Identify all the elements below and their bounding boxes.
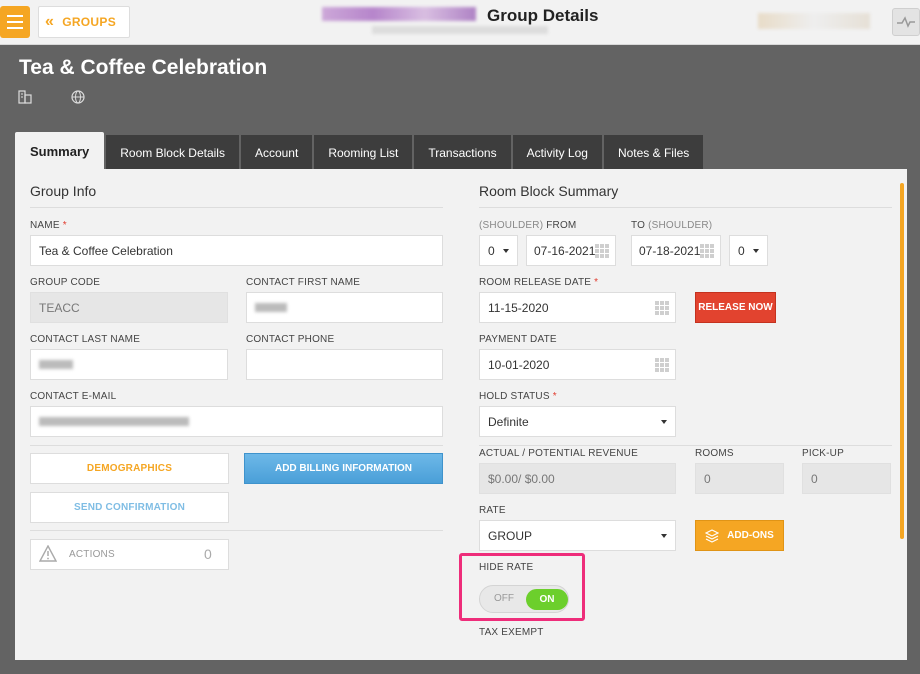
rooms-field: 0 <box>695 463 784 494</box>
name-field[interactable]: Tea & Coffee Celebration <box>30 235 443 266</box>
hide-rate-highlight-box <box>459 553 585 621</box>
rate-label: RATE <box>479 505 506 516</box>
contact-first-name-label: CONTACT FIRST NAME <box>246 277 361 288</box>
tab-bar: Summary Room Block Details Account Roomi… <box>15 131 705 170</box>
pickup-label: PICK-UP <box>802 448 844 459</box>
revenue-label: ACTUAL / POTENTIAL REVENUE <box>479 448 638 459</box>
rate-select[interactable]: GROUP <box>479 520 676 551</box>
actions-count: 0 <box>204 546 212 562</box>
divider <box>30 530 443 531</box>
payment-date-field[interactable]: 10-01-2020 <box>479 349 676 380</box>
redacted-property-name <box>322 7 476 21</box>
contact-email-label: CONTACT E-MAIL <box>30 391 117 402</box>
room-block-summary-title: Room Block Summary <box>479 183 619 199</box>
hold-status-select[interactable]: Definite <box>479 406 676 437</box>
release-now-button[interactable]: RELEASE NOW <box>695 292 776 323</box>
from-date-field[interactable]: 07-16-2021 <box>526 235 616 266</box>
to-label: TO (SHOULDER) <box>631 220 713 231</box>
groups-button-label: GROUPS <box>62 15 117 29</box>
tab-summary[interactable]: Summary <box>15 132 105 170</box>
pulse-icon <box>897 16 915 28</box>
demographics-button[interactable]: DEMOGRAPHICS <box>30 453 229 484</box>
tab-room-block-details[interactable]: Room Block Details <box>106 135 239 170</box>
room-release-date-label: ROOM RELEASE DATE * <box>479 277 599 288</box>
activity-button[interactable] <box>892 8 920 36</box>
divider <box>30 445 443 446</box>
tab-activity-log[interactable]: Activity Log <box>512 135 602 170</box>
divider <box>479 445 892 446</box>
name-label: NAME * <box>30 220 67 231</box>
contact-phone-field[interactable] <box>246 349 443 380</box>
contact-last-name-label: CONTACT LAST NAME <box>30 334 141 345</box>
hold-status-label: HOLD STATUS * <box>479 391 557 402</box>
panel-scrollbar[interactable] <box>900 183 904 539</box>
revenue-field: $0.00/ $0.00 <box>479 463 676 494</box>
send-confirmation-button[interactable]: SEND CONFIRMATION <box>30 492 229 523</box>
warning-icon <box>39 545 57 562</box>
double-chevron-left-icon: « <box>45 13 55 30</box>
actions-label: ACTIONS <box>69 549 115 560</box>
globe-icon <box>71 90 85 104</box>
contact-last-name-field[interactable] <box>30 349 228 380</box>
back-to-groups-button[interactable]: « GROUPS <box>38 6 130 38</box>
add-ons-label: ADD-ONS <box>727 530 774 541</box>
divider <box>479 207 892 208</box>
group-info-title: Group Info <box>30 183 97 199</box>
pickup-field: 0 <box>802 463 891 494</box>
top-bar: « GROUPS Group Details <box>0 0 920 45</box>
group-code-label: GROUP CODE <box>30 277 101 288</box>
shoulder-to-select[interactable]: 0 <box>729 235 768 266</box>
from-label: (SHOULDER) FROM <box>479 220 577 231</box>
layers-icon <box>705 528 720 543</box>
add-ons-button[interactable]: ADD-ONS <box>695 520 784 551</box>
add-billing-information-button[interactable]: ADD BILLING INFORMATION <box>244 453 443 484</box>
redacted-user-info <box>758 13 870 29</box>
calendar-icon[interactable] <box>700 244 714 258</box>
group-code-field: TEACC <box>30 292 228 323</box>
room-release-date-field[interactable]: 11-15-2020 <box>479 292 676 323</box>
page-heading: Group Details <box>487 6 599 25</box>
tab-account[interactable]: Account <box>240 135 313 170</box>
calendar-icon[interactable] <box>655 301 669 315</box>
divider <box>30 207 443 208</box>
contact-phone-label: CONTACT PHONE <box>246 334 335 345</box>
actions-button[interactable]: ACTIONS 0 <box>30 539 229 570</box>
contact-first-name-field[interactable] <box>246 292 443 323</box>
group-name-title: Tea & Coffee Celebration <box>19 56 268 79</box>
hamburger-menu-button[interactable] <box>0 6 30 38</box>
tab-rooming-list[interactable]: Rooming List <box>314 135 413 170</box>
contact-email-field[interactable] <box>30 406 443 437</box>
redacted-property-subtitle <box>372 26 548 34</box>
payment-date-label: PAYMENT DATE <box>479 334 557 345</box>
building-icon <box>18 90 32 104</box>
calendar-icon[interactable] <box>655 358 669 372</box>
rooms-label: ROOMS <box>695 448 734 459</box>
tab-notes-files[interactable]: Notes & Files <box>603 135 704 170</box>
to-date-field[interactable]: 07-18-2021 <box>631 235 721 266</box>
tax-exempt-label: TAX EXEMPT <box>479 627 544 638</box>
shoulder-from-select[interactable]: 0 <box>479 235 518 266</box>
calendar-icon[interactable] <box>595 244 609 258</box>
tab-transactions[interactable]: Transactions <box>414 135 511 170</box>
